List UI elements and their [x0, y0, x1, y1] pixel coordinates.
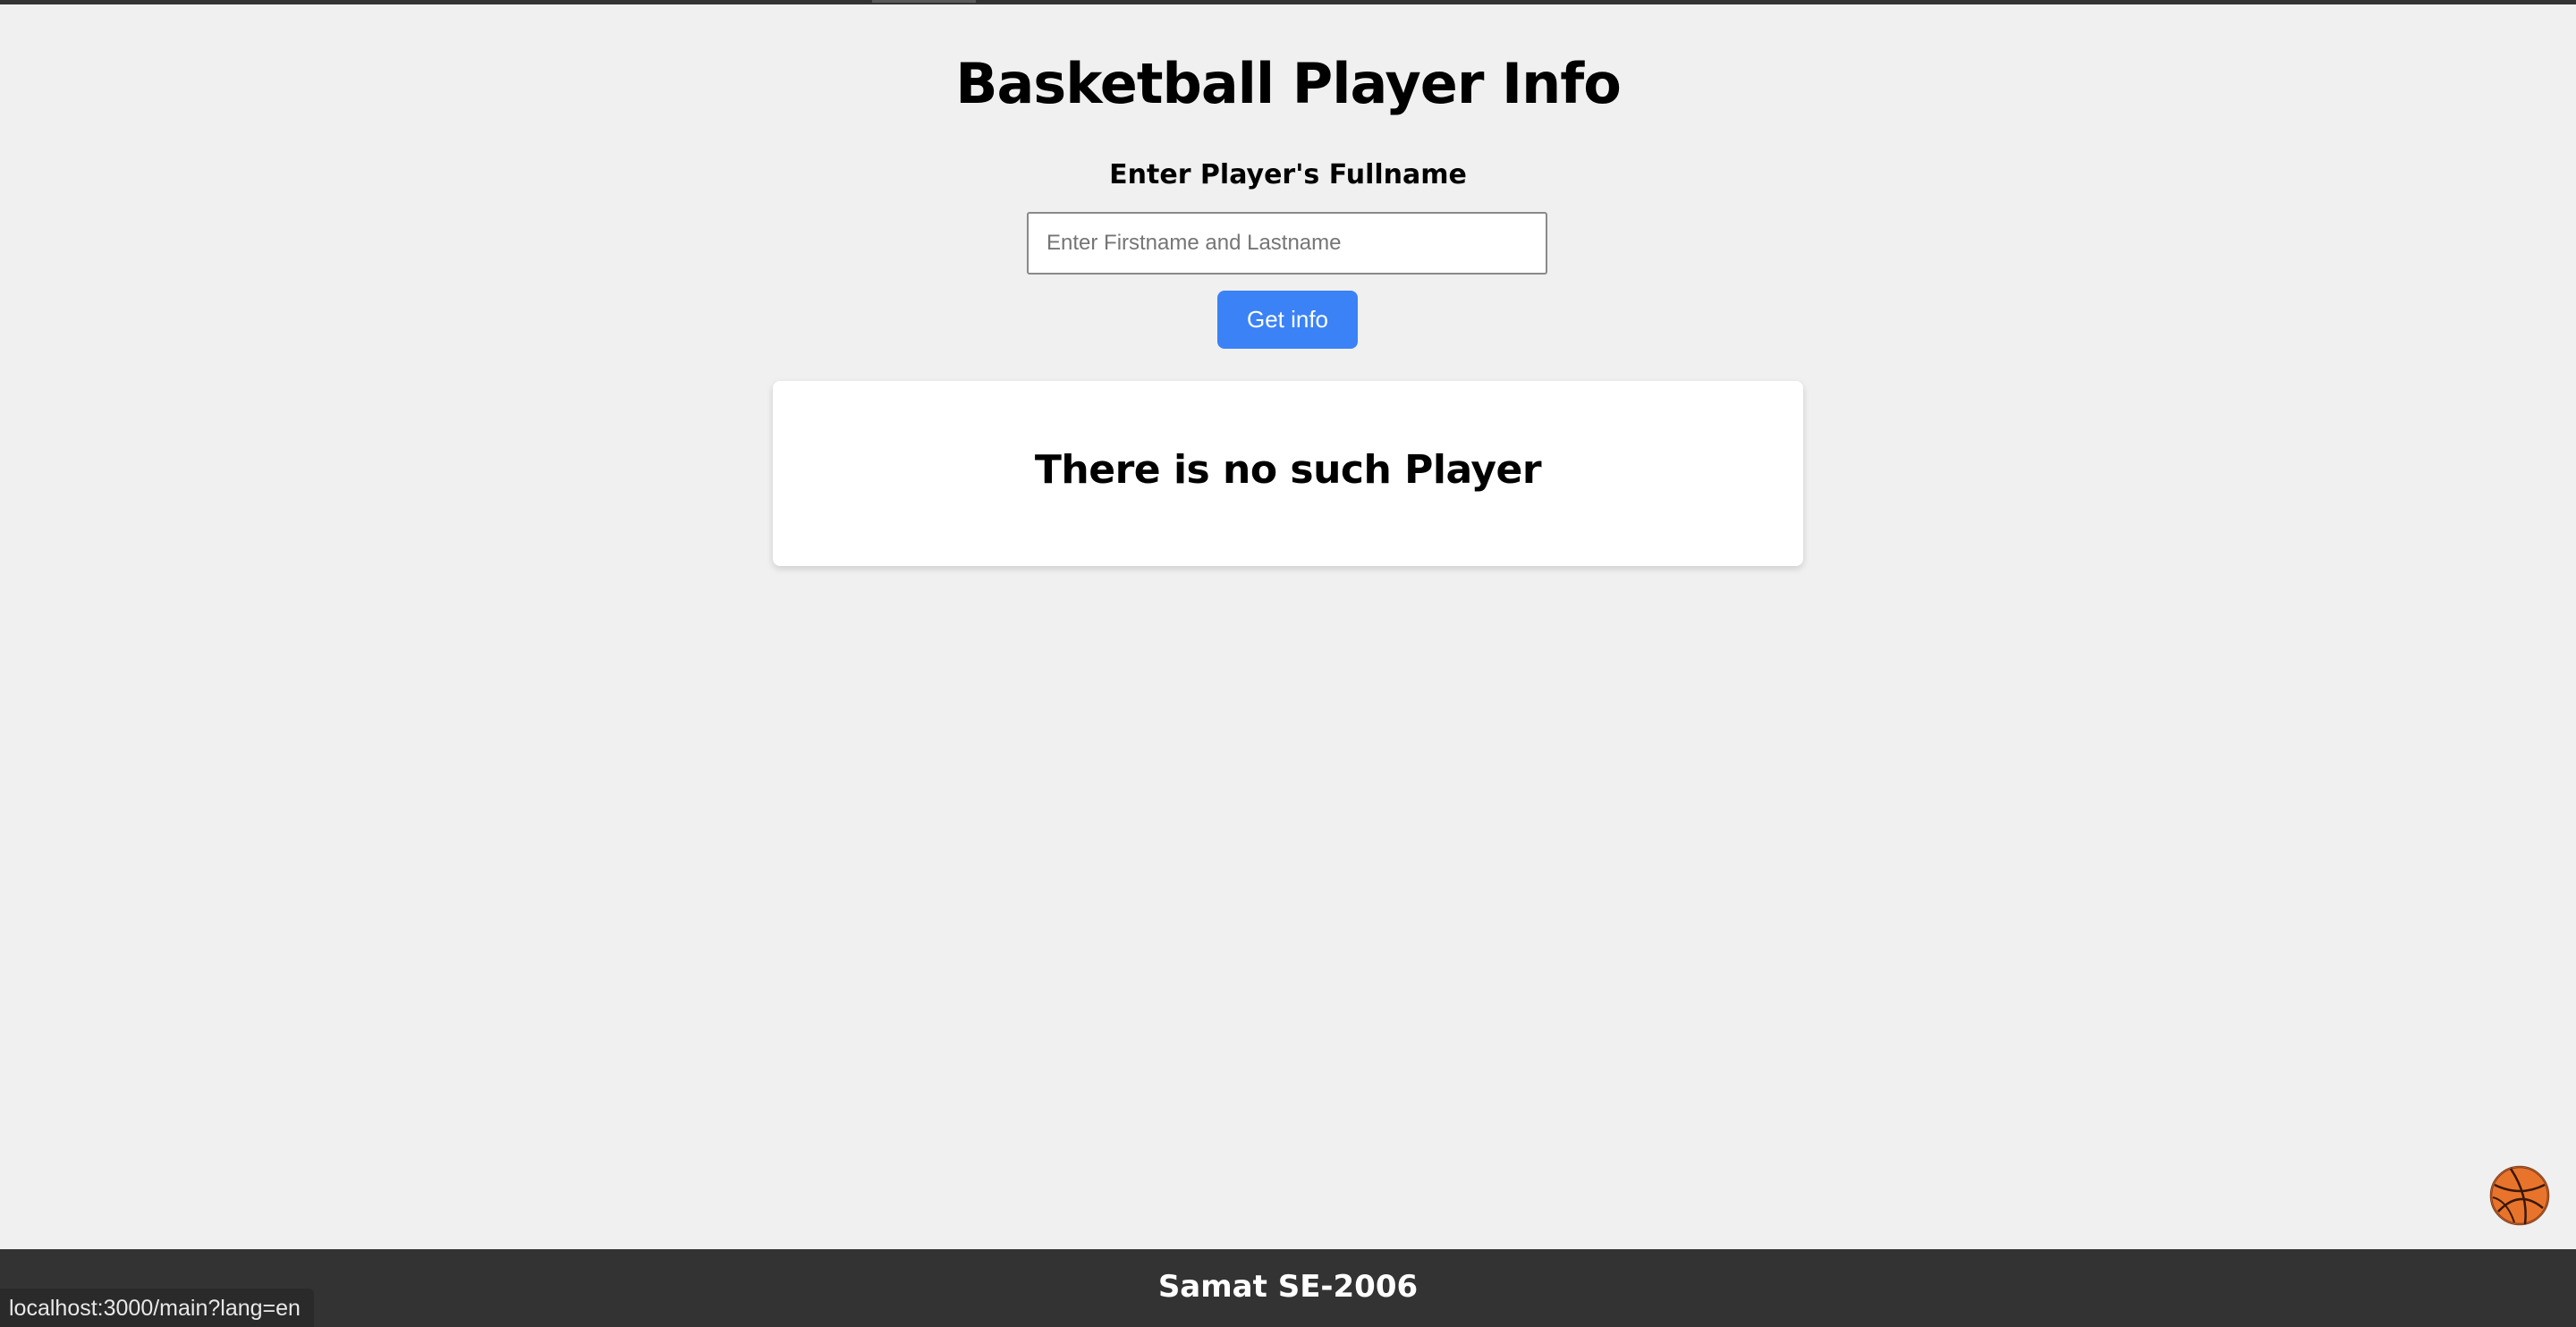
- player-name-input[interactable]: [1027, 212, 1547, 275]
- get-info-button[interactable]: Get info: [1217, 291, 1358, 349]
- footer-text: Samat SE-2006: [1157, 1269, 1419, 1305]
- page: Basketball Player Info Enter Player's Fu…: [0, 0, 2576, 1327]
- result-card: There is no such Player: [773, 381, 1803, 566]
- footer: Samat SE-2006: [0, 1249, 2576, 1327]
- status-bar-url: localhost:3000/main?lang=en: [0, 1289, 314, 1327]
- browser-tab-indicator: [872, 0, 976, 3]
- result-message: There is no such Player: [1034, 447, 1542, 493]
- basketball-icon[interactable]: [2489, 1165, 2550, 1226]
- page-title: Basketball Player Info: [955, 51, 1622, 116]
- browser-top-bar: [0, 0, 2576, 4]
- input-heading: Enter Player's Fullname: [1109, 159, 1467, 190]
